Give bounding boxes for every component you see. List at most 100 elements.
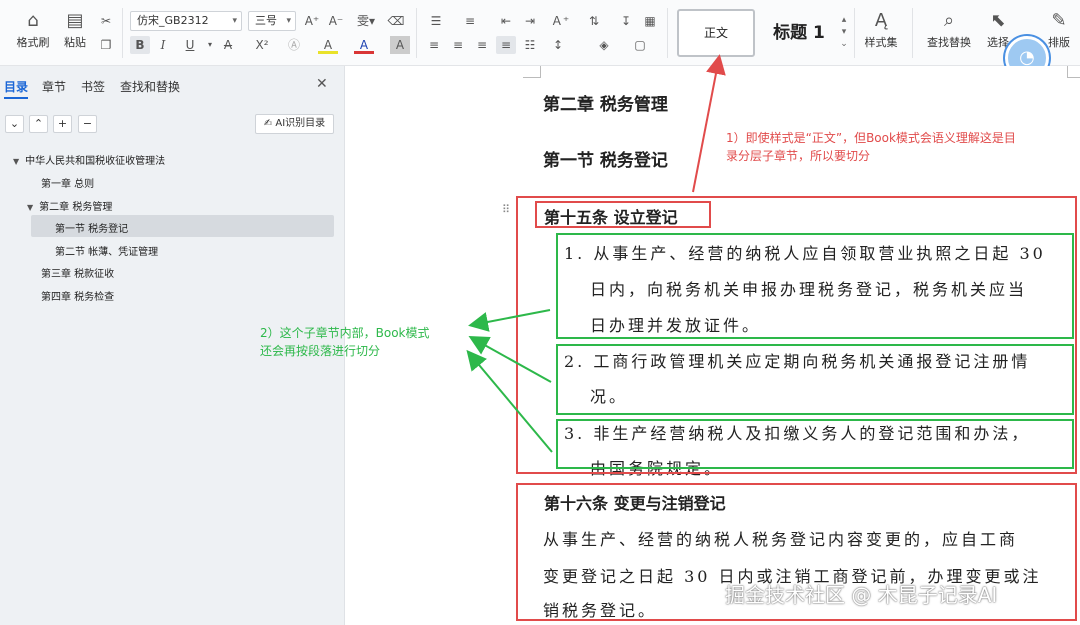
distributed-icon[interactable]: ☷ [520, 36, 540, 54]
close-icon[interactable]: ✕ [316, 76, 328, 92]
paste-button[interactable]: ▤ 粘贴 [52, 8, 98, 58]
paragraph-chunk-box [556, 344, 1074, 415]
tree-item[interactable]: 第一章 总则 [41, 175, 94, 190]
bullet-list-icon[interactable]: ☰ [426, 12, 446, 30]
chevron-down-icon: ▾ [286, 16, 291, 26]
tree-item[interactable]: ▼ 第二章 税务管理 [27, 198, 112, 213]
tab-toc[interactable]: 目录 [4, 78, 28, 95]
expanded-caret-icon: ▼ [13, 157, 20, 166]
increase-indent-icon[interactable]: ⇥ [520, 12, 540, 30]
tree-item-selected[interactable]: 第一节 税务登记 [55, 220, 128, 235]
chapter-heading: 第二章 税务管理 [543, 95, 668, 115]
ribbon-toolbar: ⌂ 格式刷 ▤ 粘贴 ✂ ❐ 仿宋_GB2312 ▾ 三号 ▾ A⁺ A⁻ 雯▾… [0, 0, 1080, 80]
app-window: { "toolbar": { "format_painter": "格式刷", … [0, 0, 1080, 625]
drag-handle-icon[interactable]: ⠿ [502, 203, 510, 216]
highlight-button[interactable]: A [318, 36, 338, 54]
ai-icon: ✍ [263, 118, 273, 129]
layout-icon: ✎ [1051, 10, 1067, 31]
chevron-down-icon: ▾ [232, 16, 237, 26]
style-gallery-scroll[interactable]: ▴ ▾ ⌄ [838, 14, 850, 50]
copy-icon[interactable]: ❐ [96, 36, 116, 54]
tree-item-label: 第三章 税款征收 [41, 269, 115, 280]
red-annotation-line: 1）即使样式是“正文”，但Book模式会语义理解这是目 [726, 131, 1016, 145]
style-normal[interactable]: 正文 [677, 9, 755, 57]
strikethrough-button[interactable]: A [218, 36, 238, 54]
tree-item[interactable]: 第三章 税款征收 [41, 265, 114, 280]
format-painter-icon: ⌂ [27, 10, 39, 31]
justify-icon[interactable]: ≡ [496, 36, 516, 54]
char-shading-icon[interactable]: A [390, 36, 410, 54]
tree-item-label: 第一章 总则 [41, 179, 95, 190]
tree-item[interactable]: 第四章 税务检查 [41, 288, 114, 303]
styles-set-button[interactable]: Ą 样式集 [858, 8, 904, 58]
chevron-down-icon[interactable]: ▾ [200, 36, 220, 54]
sort-icon[interactable]: ⇅ [584, 12, 604, 30]
paragraph-chunk-box [556, 419, 1074, 469]
tab-chapters[interactable]: 章节 [42, 78, 66, 95]
decrease-indent-icon[interactable]: ⇤ [496, 12, 516, 30]
clipboard-icon: ▤ [66, 10, 84, 31]
font-size-select[interactable]: 三号 ▾ [248, 11, 296, 31]
clear-format-icon[interactable]: ⌫ [386, 12, 406, 30]
align-left-icon[interactable]: ≡ [424, 36, 444, 54]
toolbar-divider [854, 8, 855, 58]
paragraph-chunk-box [556, 233, 1074, 339]
align-center-icon[interactable]: ≡ [448, 36, 468, 54]
active-tab-indicator [4, 97, 28, 99]
align-right-icon[interactable]: ≡ [472, 36, 492, 54]
underline-button[interactable]: U [180, 36, 200, 54]
line-spacing-icon[interactable]: ↕ [548, 36, 568, 54]
expanded-caret-icon: ▼ [27, 203, 34, 212]
find-replace-label: 查找替换 [927, 36, 971, 49]
text-direction-icon[interactable]: Ａ⁺ [548, 12, 572, 30]
tree-item[interactable]: 第二节 帐薄、凭证管理 [55, 243, 158, 258]
add-heading-icon[interactable]: + [53, 115, 72, 133]
find-replace-button[interactable]: ⌕ 查找替换 [922, 8, 976, 58]
toolbar-divider [667, 8, 668, 58]
tree-item-label: 第四章 税务检查 [41, 292, 115, 303]
section-heading: 第一节 税务登记 [543, 151, 668, 171]
format-painter-button[interactable]: ⌂ 格式刷 [10, 8, 56, 58]
expand-up-icon[interactable]: ⌃ [29, 115, 48, 133]
borders-icon[interactable]: ▢ [630, 36, 650, 54]
style-pen-icon: Ą [874, 10, 888, 31]
collapse-icon[interactable]: ⌄ [5, 115, 24, 133]
font-name-select[interactable]: 仿宋_GB2312 ▾ [130, 11, 242, 31]
bold-button[interactable]: B [130, 36, 150, 54]
cursor-icon: ⬉ [990, 10, 1006, 31]
nav-tabs: 目录 章节 书签 查找和替换 ✕ [0, 66, 345, 104]
toolbar-divider [122, 8, 123, 58]
tree-item[interactable]: ▼ 中华人民共和国税收征收管理法 [13, 152, 165, 167]
font-color-button[interactable]: A [354, 36, 374, 54]
tab-bookmarks[interactable]: 书签 [81, 78, 105, 95]
cut-icon[interactable]: ✂ [96, 12, 116, 30]
italic-button[interactable]: I [153, 36, 173, 54]
ai-detect-toc-label: AI识别目录 [275, 118, 326, 129]
ai-detect-toc-button[interactable]: ✍ AI识别目录 [255, 114, 334, 134]
red-annotation-line: 录分层子章节，所以要切分 [726, 149, 871, 163]
search-icon: ⌕ [943, 10, 955, 31]
text-effect-icon[interactable]: Ⓐ [284, 36, 304, 54]
shading-icon[interactable]: ◈ [594, 36, 614, 54]
tree-item-label: 第一节 税务登记 [55, 224, 129, 235]
grow-font-icon[interactable]: A⁺ [302, 12, 322, 30]
font-size-value: 三号 [255, 14, 277, 27]
shrink-font-icon[interactable]: A⁻ [326, 12, 346, 30]
table-icon[interactable]: ▦ [640, 12, 660, 30]
tree-item-label: 第二节 帐薄、凭证管理 [55, 247, 159, 258]
superscript-button[interactable]: X² [250, 36, 274, 54]
green-annotation-line: 2）这个子章节内部，Book模式 [260, 326, 430, 340]
paste-label: 粘贴 [64, 36, 86, 49]
tree-item-label: 中华人民共和国税收征收管理法 [25, 156, 166, 167]
tab-find-replace[interactable]: 查找和替换 [120, 78, 180, 95]
margin-corner [1067, 66, 1080, 78]
style-heading-1[interactable]: 标题 1 [762, 9, 836, 57]
margin-corner [523, 66, 541, 78]
phonetic-guide-icon[interactable]: 雯▾ [352, 12, 380, 30]
styles-set-label: 样式集 [864, 36, 898, 49]
numbered-list-icon[interactable]: ≡ [460, 12, 480, 30]
toolbar-divider [912, 8, 913, 58]
sort-asc-icon[interactable]: ↧ [616, 12, 636, 30]
tree-item-label: 第二章 税务管理 [39, 202, 113, 213]
remove-heading-icon[interactable]: − [78, 115, 97, 133]
